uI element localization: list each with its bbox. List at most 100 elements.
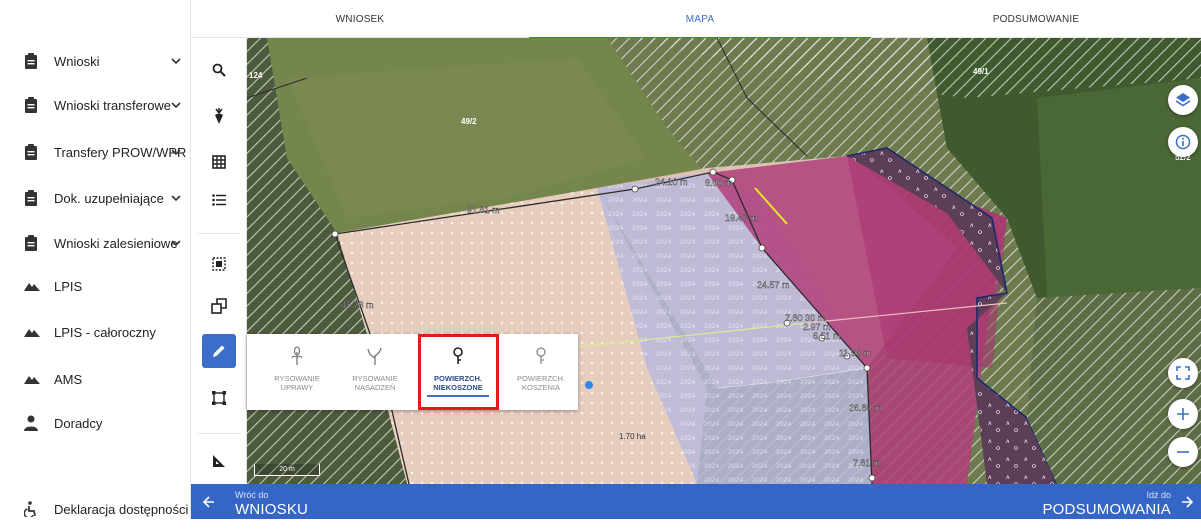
accessibility-icon xyxy=(24,501,36,517)
clipboard-icon xyxy=(25,235,37,251)
draw-planting-option[interactable]: RYSOWANIE NASADZEŃ xyxy=(335,334,415,410)
sidebar-item-label: Wnioski zalesieniowe xyxy=(54,235,178,251)
sidebar-item-wnioski[interactable]: Wnioski xyxy=(0,38,191,84)
sidebar-item-label: Dok. uzupełniające xyxy=(54,190,164,206)
plant-icon xyxy=(291,346,303,365)
copy-icon xyxy=(211,298,227,314)
tab-wniosek[interactable]: WNIOSEK xyxy=(191,0,529,38)
pencil-icon xyxy=(213,345,225,357)
arrow-left-icon xyxy=(203,496,214,508)
tab-podsumowanie[interactable]: PODSUMOWANIE xyxy=(871,0,1201,38)
next-button-caption: Idź do xyxy=(1146,490,1171,500)
tab-mapa[interactable]: MAPA xyxy=(529,0,871,39)
chevron-down-icon xyxy=(171,195,181,202)
bottom-nav-bar: Wróć do WNIOSKU Idź do PODSUMOWANIA xyxy=(191,484,1201,519)
clipboard-icon xyxy=(25,53,37,69)
copy-tool[interactable] xyxy=(202,289,236,323)
map-scale: 20 m xyxy=(254,464,320,476)
sidebar-item-ams[interactable]: AMS xyxy=(0,356,191,402)
draw-option-label: RYSOWANIE NASADZEŃ xyxy=(352,374,398,392)
sidebar-item-lpis-caloroczny[interactable]: LPIS - całoroczny xyxy=(0,309,191,355)
sidebar: Wnioski Wnioski transferowe Transfery PR… xyxy=(0,0,191,519)
sidebar-item-label: LPIS - całoroczny xyxy=(54,324,156,340)
info-icon xyxy=(1175,134,1191,150)
person-icon xyxy=(24,415,38,431)
arrow-right-icon xyxy=(1182,496,1193,508)
draw-options-panel: RYSOWANIE UPRAWY RYSOWANIE NASADZEŃ POWI… xyxy=(247,334,578,410)
draw-option-label: RYSOWANIE UPRAWY xyxy=(274,374,320,392)
sidebar-item-label: Transfery PROW/WPR xyxy=(54,144,187,160)
map-measurement: 24.57 m xyxy=(757,280,790,290)
sidebar-item-label: AMS xyxy=(54,371,83,387)
zoom-in-button[interactable] xyxy=(1168,399,1198,429)
map-measurement: 45.78 m xyxy=(341,300,374,310)
draw-option-label: POWIERZCH. KOSZENIA xyxy=(517,374,565,392)
fullscreen-button[interactable] xyxy=(1168,358,1198,388)
toolbar-divider xyxy=(197,233,241,234)
sidebar-item-transfery[interactable]: Transfery PROW/WPR xyxy=(0,129,191,175)
grid-icon xyxy=(212,155,226,169)
map-parcel-label: 124 xyxy=(249,71,263,80)
crop-tool[interactable] xyxy=(202,99,236,133)
measure-tool[interactable] xyxy=(202,444,236,478)
back-button[interactable]: Wróć do WNIOSKU xyxy=(191,484,391,519)
map-measurement: 11.06 m xyxy=(839,348,871,358)
list-tool[interactable] xyxy=(202,183,236,217)
clipboard-icon xyxy=(25,190,37,206)
info-button[interactable] xyxy=(1168,127,1198,157)
draw-tool[interactable] xyxy=(202,334,236,368)
sidebar-item-dok-uzupelniajace[interactable]: Dok. uzupełniające xyxy=(0,175,191,221)
select-area-tool[interactable] xyxy=(202,247,236,281)
back-button-label: WNIOSKU xyxy=(235,501,309,518)
map-parcel-label: 49/2 xyxy=(461,117,477,126)
chevron-down-icon xyxy=(171,240,181,247)
map-canvas[interactable]: ʌ 2024 xyxy=(247,38,1201,484)
map-area-label: 1.70 ha xyxy=(619,432,646,441)
tab-bar: WNIOSEK MAPA PODSUMOWANIE xyxy=(191,0,1201,39)
search-icon xyxy=(212,63,226,77)
pin-icon xyxy=(453,347,463,364)
draw-unmown-option[interactable]: POWIERZCH. NIEKOSZONE xyxy=(418,334,498,410)
select-area-icon xyxy=(212,257,226,271)
sidebar-item-lpis[interactable]: LPIS xyxy=(0,263,191,309)
layers-icon xyxy=(1175,93,1191,107)
sprout-icon xyxy=(367,347,382,365)
map-measurement: 19.47 m xyxy=(725,213,758,223)
chevron-down-icon xyxy=(171,149,181,156)
toolbar-divider xyxy=(197,433,241,434)
sidebar-item-label: Wnioski xyxy=(54,53,100,69)
draw-mowing-option[interactable]: POWIERZCH. KOSZENIA xyxy=(501,334,581,410)
map-measurement: 8.00 m xyxy=(705,178,733,188)
draw-crop-option[interactable]: RYSOWANIE UPRAWY xyxy=(257,334,337,410)
minus-icon xyxy=(1177,451,1189,453)
zoom-out-button[interactable] xyxy=(1168,437,1198,467)
map-measurement: 6.51 m xyxy=(813,331,841,341)
sidebar-item-label: LPIS xyxy=(54,278,83,294)
layers-button[interactable] xyxy=(1168,85,1198,115)
sidebar-item-label: Doradcy xyxy=(54,415,103,431)
search-tool[interactable] xyxy=(202,53,236,87)
sidebar-item-deklaracja-dostepnosci[interactable]: Deklaracja dostępności xyxy=(0,486,191,532)
terrain-icon xyxy=(24,329,40,337)
sidebar-item-wnioski-transferowe[interactable]: Wnioski transferowe xyxy=(0,82,191,128)
bounding-box-icon xyxy=(212,391,226,405)
next-button[interactable]: Idź do PODSUMOWANIA xyxy=(1001,484,1201,519)
sidebar-item-label: Wnioski transferowe xyxy=(54,97,172,113)
selected-underline xyxy=(427,395,489,397)
crop-icon xyxy=(215,108,223,124)
chevron-down-icon xyxy=(171,58,181,65)
chevron-down-icon xyxy=(171,102,181,109)
terrain-icon xyxy=(24,376,40,384)
map-toolbar xyxy=(191,38,247,484)
list-icon xyxy=(212,194,226,206)
sidebar-item-doradcy[interactable]: Doradcy xyxy=(0,400,191,446)
grid-tool[interactable] xyxy=(202,145,236,179)
map-image: ʌ 2024 xyxy=(247,38,1201,484)
map-measurement: 7.81 m xyxy=(853,458,881,468)
draw-option-label: POWIERZCH. NIEKOSZONE xyxy=(433,374,483,392)
next-button-label: PODSUMOWANIA xyxy=(1042,501,1171,518)
clipboard-icon xyxy=(25,97,37,113)
sidebar-item-wnioski-zalesieniowe[interactable]: Wnioski zalesieniowe xyxy=(0,220,191,266)
bounding-box-tool[interactable] xyxy=(202,381,236,415)
terrain-icon xyxy=(24,283,40,291)
